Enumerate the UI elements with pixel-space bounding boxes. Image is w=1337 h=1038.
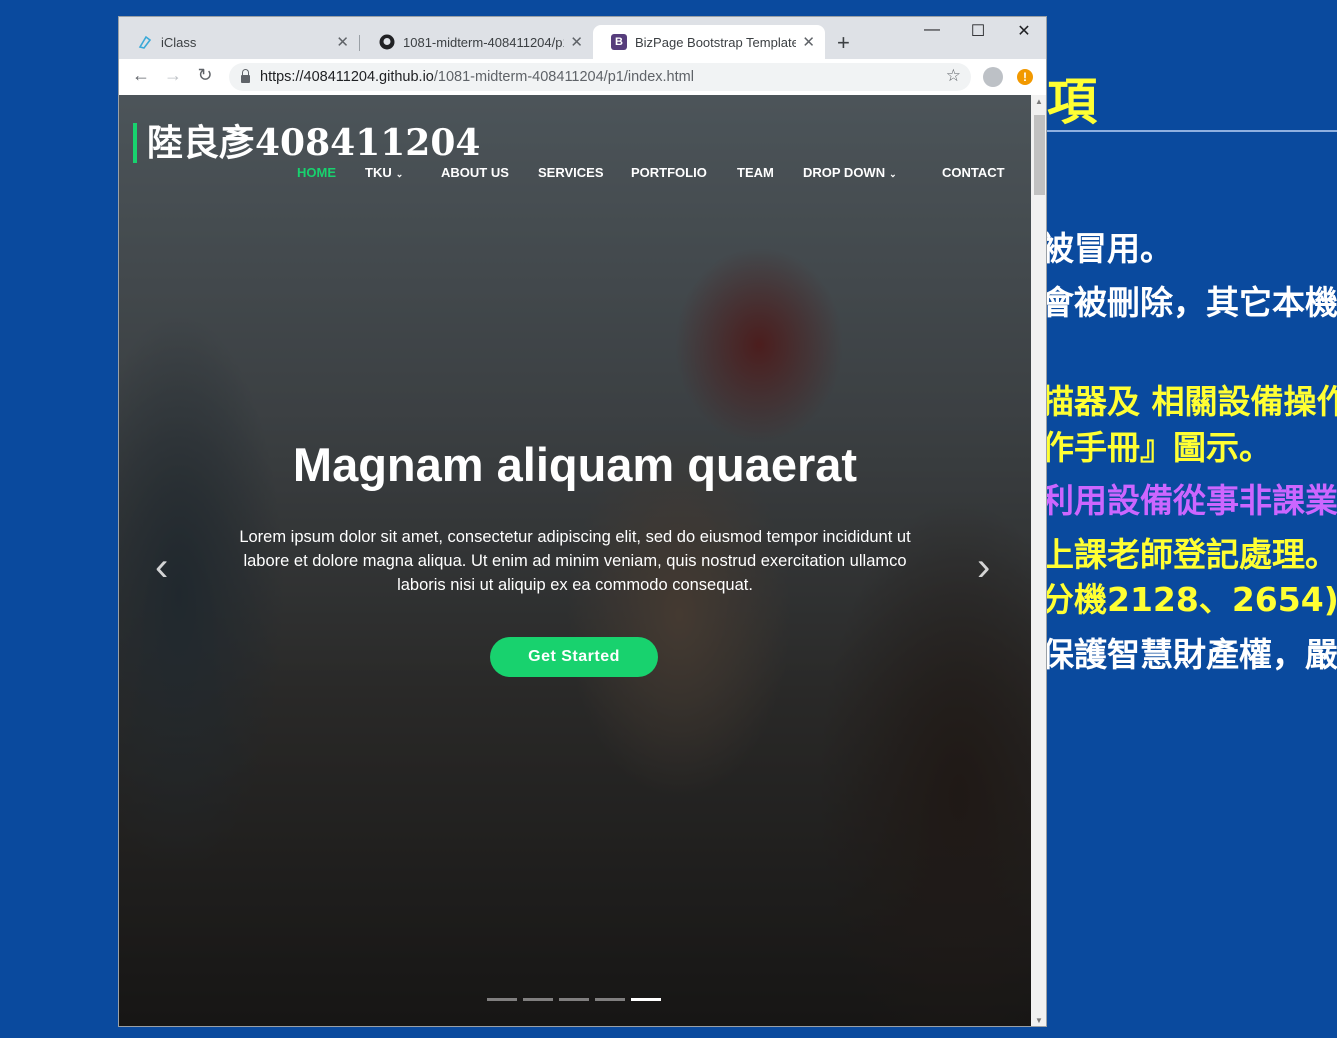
site-logo[interactable]: 陸良彥408411204 xyxy=(133,123,480,163)
close-icon[interactable]: ✕ xyxy=(802,33,815,51)
slide-line: 利用設備從事非課業相 xyxy=(1047,481,1337,520)
forward-arrow-icon[interactable]: → xyxy=(161,65,185,86)
tab-label: iClass xyxy=(161,34,197,50)
scroll-up-icon[interactable]: ▲ xyxy=(1035,97,1043,106)
slide-line: 被冒用。 xyxy=(1047,229,1173,268)
nav-team[interactable]: TEAM xyxy=(737,165,774,180)
chevron-down-icon: ⌄ xyxy=(395,169,404,179)
close-icon[interactable]: ✕ xyxy=(570,33,583,51)
address-bar[interactable]: https://408411204.github.io/1081-midterm… xyxy=(229,63,971,91)
carousel-next-icon[interactable]: › xyxy=(977,545,990,590)
update-alert-icon[interactable]: ! xyxy=(1017,69,1033,85)
carousel-indicator-active[interactable] xyxy=(631,998,661,1001)
slide-line: 上課老師登記處理。 xyxy=(1047,535,1337,574)
carousel-indicator[interactable] xyxy=(559,998,589,1001)
lock-icon xyxy=(241,69,250,83)
nav-about-us[interactable]: ABOUT US xyxy=(441,165,509,180)
nav-tku[interactable]: TKU ⌄ xyxy=(365,165,403,180)
carousel-indicator[interactable] xyxy=(523,998,553,1001)
tab-github[interactable]: 1081-midterm-408411204/p1 ✕ xyxy=(361,25,593,59)
reload-icon[interactable]: ↻ xyxy=(193,65,217,86)
tab-label: 1081-midterm-408411204/p1 xyxy=(403,34,565,50)
tab-strip: iClass ✕ 1081-midterm-408411204/p1 ✕ B B… xyxy=(119,17,1046,59)
slide-line: 保護智慧財產權，嚴 xyxy=(1047,635,1337,674)
new-tab-button[interactable]: + xyxy=(837,30,850,56)
nav-services[interactable]: SERVICES xyxy=(538,165,604,180)
hero-title: Magnam aliquam quaerat xyxy=(292,438,858,491)
chevron-down-icon: ⌄ xyxy=(889,169,897,179)
carousel-prev-icon[interactable]: ‹ xyxy=(155,545,168,590)
close-window-button[interactable]: ✕ xyxy=(1001,21,1046,41)
profile-avatar[interactable] xyxy=(983,67,1003,87)
nav-label: TKU xyxy=(365,165,392,180)
hero-text: Lorem ipsum dolor sit amet, consectetur … xyxy=(239,528,911,594)
site-nav: HOME TKU ⌄ ABOUT US SERVICES PORTFOLIO TE… xyxy=(119,165,1031,185)
background-slide: 項 被冒用。 會被刪除，其它本機磁 描器及 相關設備操作 作手冊』圖示。 利用設… xyxy=(1047,0,1337,1038)
tab-bizpage[interactable]: B BizPage Bootstrap Template ✕ xyxy=(593,25,825,59)
maximize-button[interactable]: ☐ xyxy=(955,21,1001,41)
nav-portfolio[interactable]: PORTFOLIO xyxy=(631,165,707,180)
minimize-button[interactable]: — xyxy=(909,21,955,39)
iclass-icon xyxy=(137,34,153,50)
carousel-indicator[interactable] xyxy=(595,998,625,1001)
page-viewport: 陸良彥408411204 HOME TKU ⌄ ABOUT US SERVICES… xyxy=(119,95,1031,1026)
bookmark-star-icon[interactable]: ☆ xyxy=(946,66,961,86)
url-path: /1081-midterm-408411204/p1/index.html xyxy=(433,69,694,85)
scrollbar-thumb[interactable] xyxy=(1034,115,1045,195)
get-started-button[interactable]: Get Started xyxy=(490,637,658,677)
page-scrollbar[interactable]: ▲ ▼ xyxy=(1031,95,1046,1026)
slide-line: 會被刪除，其它本機磁 xyxy=(1047,283,1337,322)
bootstrap-icon: B xyxy=(611,34,627,50)
tab-label: BizPage Bootstrap Template xyxy=(635,34,797,50)
slide-title-fragment: 項 xyxy=(1047,73,1097,131)
tab-separator xyxy=(359,35,360,51)
slide-line: 描器及 相關設備操作 xyxy=(1047,382,1337,421)
github-icon xyxy=(379,34,395,50)
nav-home[interactable]: HOME xyxy=(297,165,336,180)
url-host: https://408411204.github.io xyxy=(260,69,434,85)
tab-iclass[interactable]: iClass ✕ xyxy=(119,25,359,59)
nav-drop-down[interactable]: DROP DOWN ⌄ xyxy=(803,165,897,180)
slide-line: 分機2128、2654)。 xyxy=(1047,580,1337,619)
slide-line: 作手冊』圖示。 xyxy=(1047,428,1272,467)
slide-divider xyxy=(1047,130,1337,132)
carousel-indicators xyxy=(487,998,661,1001)
nav-label: DROP DOWN xyxy=(803,165,886,180)
carousel-indicator[interactable] xyxy=(487,998,517,1001)
back-arrow-icon[interactable]: ← xyxy=(129,65,153,86)
scroll-down-icon[interactable]: ▼ xyxy=(1035,1016,1043,1025)
nav-contact[interactable]: CONTACT xyxy=(942,165,1005,180)
browser-window: iClass ✕ 1081-midterm-408411204/p1 ✕ B B… xyxy=(118,16,1047,1027)
close-icon[interactable]: ✕ xyxy=(336,33,349,51)
browser-toolbar: ← → ↻ https://408411204.github.io/1081-m… xyxy=(119,59,1046,95)
